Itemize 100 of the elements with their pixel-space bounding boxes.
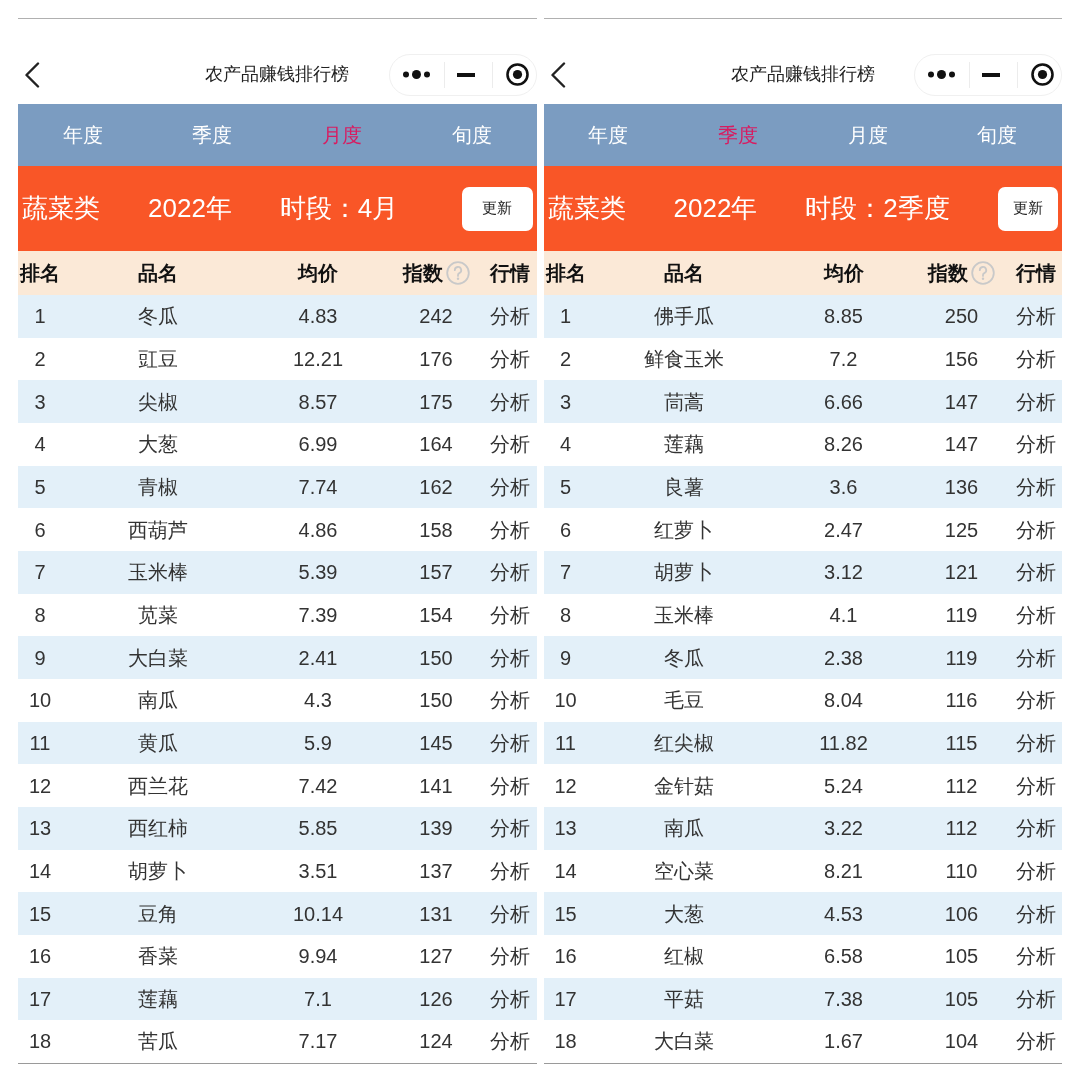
- product-name: 冬瓜: [138, 305, 178, 328]
- analysis-link[interactable]: 分析: [490, 518, 530, 541]
- analysis-link[interactable]: 分析: [490, 646, 530, 669]
- product-name: 胡萝卜: [128, 859, 188, 882]
- product-name: 大白菜: [653, 1030, 714, 1053]
- average-price: 8.26: [824, 433, 863, 456]
- rank-number: 15: [28, 902, 52, 925]
- analysis-link[interactable]: 分析: [490, 731, 530, 754]
- update-button[interactable]: 更新: [997, 186, 1058, 231]
- analysis-link[interactable]: 分析: [490, 945, 530, 968]
- analysis-link[interactable]: 分析: [1015, 305, 1056, 328]
- average-price: 9.94: [298, 945, 338, 968]
- average-price: 7.2: [829, 348, 858, 370]
- rank-number: 3: [559, 390, 572, 413]
- more-icon[interactable]: [402, 70, 430, 79]
- minus-icon[interactable]: [982, 72, 1000, 77]
- rank-number: 9: [559, 646, 572, 669]
- product-name: 莲藕: [663, 433, 704, 456]
- product-name: 玉米棒: [653, 603, 714, 626]
- analysis-link[interactable]: 分析: [1015, 987, 1056, 1010]
- analysis-link[interactable]: 分析: [490, 689, 530, 712]
- year-label: 2022年: [673, 192, 758, 225]
- analysis-link[interactable]: 分析: [490, 1030, 530, 1053]
- analysis-link[interactable]: 分析: [1015, 518, 1056, 541]
- index-value: 119: [945, 646, 978, 669]
- back-icon[interactable]: [24, 61, 40, 88]
- index-value: 110: [945, 859, 978, 882]
- index-value: 175: [419, 390, 453, 413]
- more-icon[interactable]: [928, 70, 955, 79]
- rank-number: 11: [29, 731, 51, 754]
- index-value: 147: [944, 433, 979, 456]
- analysis-link[interactable]: 分析: [1015, 731, 1056, 754]
- index-value: 125: [944, 518, 979, 541]
- index-value: 121: [944, 561, 979, 584]
- average-price: 10.14: [292, 902, 344, 925]
- index-value: 141: [419, 774, 453, 797]
- product-name: 苦瓜: [138, 1030, 178, 1053]
- product-name: 黄瓜: [138, 731, 178, 754]
- analysis-link[interactable]: 分析: [490, 987, 530, 1010]
- analysis-link[interactable]: 分析: [490, 475, 530, 498]
- index-value: 115: [945, 731, 978, 754]
- analysis-link[interactable]: 分析: [490, 390, 530, 413]
- analysis-link[interactable]: 分析: [490, 774, 530, 797]
- rank-number: 13: [554, 817, 577, 840]
- analysis-link[interactable]: 分析: [1015, 859, 1056, 882]
- analysis-link[interactable]: 分析: [1015, 646, 1056, 669]
- column-header: 均价: [823, 261, 864, 286]
- product-name: 胡萝卜: [653, 561, 714, 584]
- analysis-link[interactable]: 分析: [1015, 817, 1056, 840]
- analysis-link[interactable]: 分析: [490, 433, 530, 456]
- analysis-link[interactable]: 分析: [1015, 689, 1056, 712]
- rank-number: 14: [28, 859, 52, 882]
- analysis-link[interactable]: 分析: [490, 561, 530, 584]
- index-value: 158: [419, 518, 453, 541]
- analysis-link[interactable]: 分析: [1015, 475, 1056, 498]
- ring-dot-icon[interactable]: [505, 63, 529, 86]
- analysis-link[interactable]: 分析: [1015, 1030, 1056, 1053]
- product-name: 大白菜: [128, 646, 188, 669]
- average-price: 3.51: [298, 859, 338, 882]
- back-icon[interactable]: [549, 61, 566, 88]
- analysis-link[interactable]: 分析: [1015, 902, 1056, 925]
- product-name: 南瓜: [663, 817, 704, 840]
- rank-number: 2: [559, 348, 572, 370]
- analysis-link[interactable]: 分析: [1015, 390, 1056, 413]
- column-header: 均价: [298, 261, 338, 286]
- analysis-link[interactable]: 分析: [1015, 561, 1056, 584]
- average-price: 7.42: [298, 774, 338, 797]
- product-name: 南瓜: [138, 689, 178, 712]
- average-price: 5.85: [298, 817, 338, 840]
- analysis-link[interactable]: 分析: [490, 817, 530, 840]
- average-price: 4.53: [824, 902, 863, 925]
- analysis-link[interactable]: 分析: [490, 603, 530, 626]
- rank-number: 6: [34, 518, 46, 541]
- category-label: 蔬菜类: [547, 192, 626, 225]
- analysis-link[interactable]: 分析: [1015, 603, 1056, 626]
- index-value: 162: [419, 475, 453, 498]
- column-header: 品名: [663, 261, 704, 286]
- analysis-link[interactable]: 分析: [1015, 774, 1056, 797]
- analysis-link[interactable]: 分析: [1015, 945, 1056, 968]
- analysis-link[interactable]: 分析: [490, 348, 530, 370]
- analysis-link[interactable]: 分析: [1015, 348, 1056, 370]
- index-value: 242: [419, 305, 453, 328]
- product-name: 大葱: [663, 902, 704, 925]
- update-button[interactable]: 更新: [461, 186, 533, 231]
- analysis-link[interactable]: 分析: [490, 859, 530, 882]
- analysis-link[interactable]: 分析: [490, 902, 530, 925]
- index-value: 154: [419, 603, 453, 626]
- average-price: 12.21: [292, 348, 344, 370]
- rank-number: 12: [28, 774, 52, 797]
- rank-number: 9: [34, 646, 46, 669]
- ring-dot-icon[interactable]: [1031, 63, 1054, 86]
- product-name: 平菇: [663, 987, 704, 1010]
- product-name: 西葫芦: [128, 518, 188, 541]
- rank-number: 1: [559, 305, 572, 328]
- analysis-link[interactable]: 分析: [490, 305, 530, 328]
- category-label: 蔬菜类: [22, 192, 100, 225]
- average-price: 6.58: [824, 945, 863, 968]
- analysis-link[interactable]: 分析: [1015, 433, 1056, 456]
- average-price: 6.66: [824, 390, 863, 413]
- minus-icon[interactable]: [456, 72, 475, 77]
